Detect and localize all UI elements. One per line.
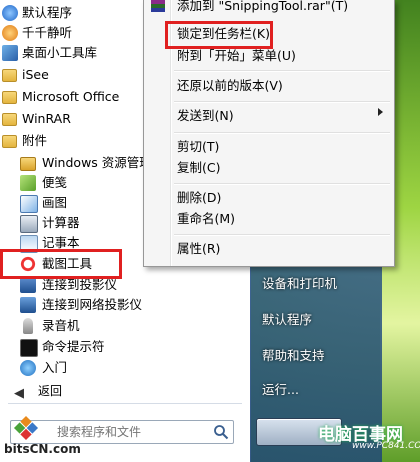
calculator-icon xyxy=(20,215,38,233)
gadgets-icon xyxy=(2,45,18,61)
right-pane-devices-printers[interactable]: 设备和打印机 xyxy=(262,273,337,292)
context-menu-separator xyxy=(174,183,390,185)
context-menu-separator xyxy=(174,234,390,236)
sticky-notes-icon xyxy=(20,175,36,191)
cm-pin-to-start-menu[interactable]: 附到「开始」菜单(U) xyxy=(177,46,296,66)
winrar-icon xyxy=(151,0,165,12)
program-network-projector[interactable]: 连接到网络投影仪 xyxy=(0,294,245,316)
program-sound-recorder[interactable]: 录音机 xyxy=(0,315,245,337)
right-pane-default-programs[interactable]: 默认程序 xyxy=(262,309,312,328)
watermark-right-url: www.PC841.COM xyxy=(352,441,420,451)
cm-cut[interactable]: 剪切(T) xyxy=(177,137,219,157)
cmd-icon xyxy=(20,339,38,357)
cm-add-to-archive[interactable]: 添加到 "SnippingTool.rar"(T) xyxy=(177,0,348,16)
back-button[interactable]: ◀ 返回 xyxy=(0,380,248,402)
cm-properties[interactable]: 属性(R) xyxy=(177,239,220,259)
context-menu-separator xyxy=(174,70,390,72)
context-menu-separator xyxy=(174,101,390,103)
cm-restore-previous-versions[interactable]: 还原以前的版本(V) xyxy=(177,76,283,96)
paint-icon xyxy=(20,195,38,213)
watermark-left-text: bitsCN.com xyxy=(4,442,81,456)
folder-icon xyxy=(2,69,17,82)
projector-icon xyxy=(20,277,36,293)
cm-copy[interactable]: 复制(C) xyxy=(177,158,220,178)
back-arrow-icon: ◀ xyxy=(14,386,24,401)
folder-icon xyxy=(2,91,17,104)
folder-icon xyxy=(2,113,17,126)
explorer-icon xyxy=(20,157,36,171)
highlight-snipping-tool xyxy=(0,249,122,279)
search-icon[interactable] xyxy=(213,424,229,440)
ttplayer-icon xyxy=(2,25,18,41)
cm-delete[interactable]: 删除(D) xyxy=(177,188,221,208)
highlight-pin-to-taskbar xyxy=(165,21,273,49)
cm-send-to[interactable]: 发送到(N) xyxy=(177,106,234,126)
right-pane-help-support[interactable]: 帮助和支持 xyxy=(262,345,325,364)
program-getting-started[interactable]: 入门 xyxy=(0,357,245,379)
network-projector-icon xyxy=(20,297,36,313)
default-programs-icon xyxy=(2,5,18,21)
menu-divider xyxy=(8,403,242,404)
getting-started-icon xyxy=(20,360,36,376)
right-pane-run[interactable]: 运行... xyxy=(262,379,299,398)
submenu-arrow-icon xyxy=(378,108,383,116)
folder-icon xyxy=(2,135,17,148)
sound-recorder-icon xyxy=(23,318,33,334)
program-command-prompt[interactable]: 命令提示符 xyxy=(0,336,245,358)
context-menu-separator xyxy=(174,132,390,134)
cm-rename[interactable]: 重命名(M) xyxy=(177,209,235,229)
